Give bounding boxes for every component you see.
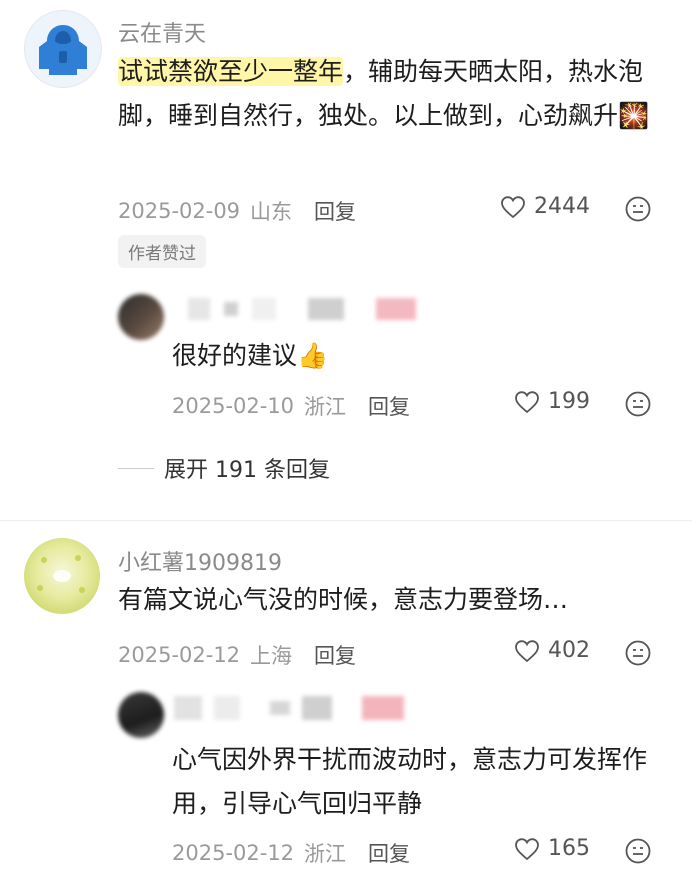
reply-button[interactable]: 回复 bbox=[314, 196, 356, 226]
reply-avatar[interactable] bbox=[118, 692, 164, 738]
avatar-pattern-icon bbox=[37, 555, 85, 593]
like-count: 165 bbox=[548, 836, 590, 861]
avatar[interactable] bbox=[24, 10, 102, 88]
emoji-reaction-icon bbox=[625, 838, 651, 864]
reply-text: 很好的建议👍 bbox=[172, 334, 328, 378]
reply-button[interactable]: 回复 bbox=[368, 391, 410, 421]
heart-icon bbox=[515, 639, 539, 662]
reply-text: 心气因外界干扰而波动时，意志力可发挥作用，引导心气回归平静 bbox=[172, 745, 648, 818]
sparkle-emoji: 🎇 bbox=[618, 101, 650, 130]
emoji-reaction-button[interactable] bbox=[624, 837, 652, 869]
comment-date: 2025-02-12 bbox=[118, 643, 241, 667]
reply-date: 2025-02-12 bbox=[172, 841, 295, 865]
hoodie-icon bbox=[39, 25, 87, 75]
reply-avatar[interactable] bbox=[118, 294, 164, 340]
reply-button[interactable]: 回复 bbox=[314, 640, 356, 670]
author-liked-badge: 作者赞过 bbox=[118, 235, 206, 268]
expand-replies-button[interactable]: 展开 191 条回复 bbox=[118, 452, 330, 484]
thumbs-up-emoji: 👍 bbox=[297, 341, 329, 370]
heart-icon bbox=[501, 195, 525, 218]
comment-separator bbox=[0, 520, 692, 521]
like-count: 402 bbox=[548, 638, 590, 663]
comment-meta: 2025-02-12 上海 回复 bbox=[118, 640, 356, 670]
username[interactable]: 小红薯1909819 bbox=[118, 545, 282, 577]
reply-username-redacted bbox=[188, 298, 416, 320]
comment-location: 上海 bbox=[250, 644, 293, 668]
comment-date: 2025-02-09 bbox=[118, 199, 241, 223]
expand-divider bbox=[118, 467, 154, 469]
highlighted-text: 试试禁欲至少一整年 bbox=[118, 57, 344, 86]
avatar[interactable] bbox=[24, 538, 100, 614]
like-button[interactable]: 165 bbox=[514, 836, 590, 861]
reply-username-redacted bbox=[174, 696, 404, 720]
emoji-reaction-icon bbox=[625, 640, 651, 666]
comment-text: 有篇文说心气没的时候，意志力要登场… bbox=[118, 585, 569, 614]
reply-text-content: 很好的建议 bbox=[172, 341, 298, 370]
comment-location: 山东 bbox=[250, 200, 293, 224]
reply-date: 2025-02-10 bbox=[172, 394, 295, 418]
emoji-reaction-icon bbox=[625, 391, 651, 417]
reply-meta: 2025-02-12 浙江 回复 bbox=[172, 838, 410, 868]
reply-location: 浙江 bbox=[304, 842, 347, 866]
like-button[interactable]: 2444 bbox=[500, 194, 590, 219]
emoji-reaction-button[interactable] bbox=[624, 639, 652, 671]
emoji-reaction-button[interactable] bbox=[624, 390, 652, 422]
comment-meta: 2025-02-09 山东 回复 bbox=[118, 196, 356, 226]
like-count: 2444 bbox=[534, 194, 590, 219]
like-count: 199 bbox=[548, 389, 590, 414]
heart-icon bbox=[515, 390, 539, 413]
username[interactable]: 云在青天 bbox=[118, 16, 206, 48]
reply-location: 浙江 bbox=[304, 395, 347, 419]
like-button[interactable]: 199 bbox=[514, 389, 590, 414]
emoji-reaction-icon bbox=[625, 196, 651, 222]
expand-replies-label: 展开 191 条回复 bbox=[164, 458, 330, 483]
reply-button[interactable]: 回复 bbox=[368, 838, 410, 868]
heart-icon bbox=[515, 837, 539, 860]
comment-text: 试试禁欲至少一整年，辅助每天晒太阳，热水泡脚，睡到自然行，独处。以上做到，心劲飙… bbox=[118, 50, 678, 138]
like-button[interactable]: 402 bbox=[514, 638, 590, 663]
reply-meta: 2025-02-10 浙江 回复 bbox=[172, 391, 410, 421]
emoji-reaction-button[interactable] bbox=[624, 195, 652, 227]
